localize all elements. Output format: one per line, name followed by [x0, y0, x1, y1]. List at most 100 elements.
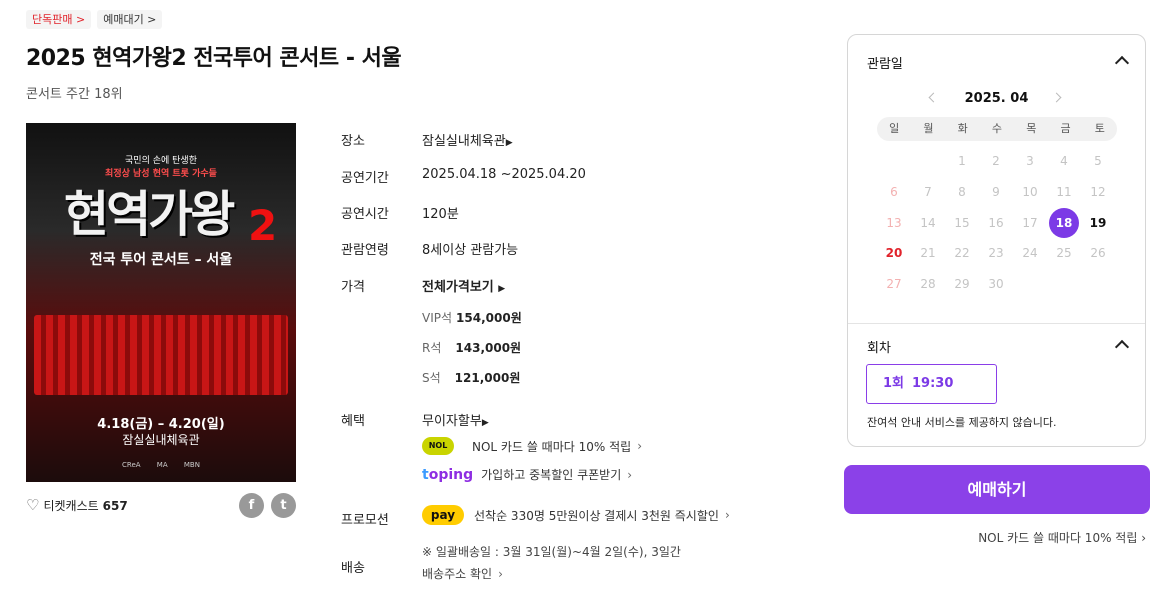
kakaopay-promotion[interactable]: pay 선착순 330명 5만원이상 결제시 3천원 즉시할인 › [422, 505, 730, 525]
toping-benefit-text: 가입하고 중복할인 쿠폰받기 [481, 468, 622, 482]
price-grade: VIP석 [422, 311, 453, 325]
price-row-s: S석 121,000원 [422, 369, 520, 386]
poster-performers-graphic [34, 315, 288, 395]
price-amount: 143,000원 [455, 341, 522, 355]
kakaopay-logo-icon: pay [422, 505, 464, 525]
calendar-day: 12 [1090, 185, 1106, 199]
delivery-label: 배송 [341, 561, 365, 576]
session-round: 1회 [883, 376, 905, 391]
price-row-r: R석 143,000원 [422, 339, 521, 356]
calendar-day: 6 [890, 185, 898, 199]
calendar-day: 22 [954, 246, 970, 260]
calendar-day: 8 [958, 185, 966, 199]
calendar-day: 29 [954, 277, 970, 291]
nol-benefit-text: NOL 카드 쓸 때마다 10% 적립 [472, 439, 632, 454]
date-section-label: 관람일 [867, 57, 903, 72]
calendar-day: 17 [1022, 216, 1038, 230]
facebook-share-icon[interactable]: f [239, 493, 264, 518]
session-section-label: 회차 [867, 341, 891, 356]
weekday: 화 [957, 122, 968, 135]
waiting-list-badge[interactable]: 예매대기 > [97, 10, 163, 29]
chevron-right-icon: › [627, 467, 633, 482]
collapse-date-chevron-icon[interactable] [1114, 55, 1130, 71]
booking-panel: 관람일 2025. 04 일 월 화 수 목 금 토 1 2 3 4 5 6 7 8 9 10 11… [847, 34, 1146, 447]
weekday: 월 [923, 122, 934, 135]
weekday: 금 [1060, 122, 1071, 135]
period-value: 2025.04.18 ~2025.04.20 [422, 167, 586, 182]
collapse-session-chevron-icon[interactable] [1114, 339, 1130, 355]
exclusive-sale-badge[interactable]: 단독판매 > [26, 10, 92, 29]
caret-right-icon: ▶ [505, 138, 513, 148]
booking-nol-promo-link[interactable]: NOL 카드 쓸 때마다 10% 적립 › [978, 529, 1146, 546]
weekday: 수 [991, 122, 1003, 135]
calendar-day: 24 [1022, 246, 1038, 260]
heart-icon: ♡ [26, 496, 40, 514]
poster-date: 4.18(금) – 4.20(일) [97, 417, 225, 432]
calendar-day[interactable]: 19 [1083, 208, 1113, 238]
calendar-day: 28 [920, 277, 936, 291]
price-row-vip: VIP석 154,000원 [422, 309, 522, 326]
calendar-day: 25 [1056, 246, 1072, 260]
ticketcast-button[interactable]: ♡ 티켓캐스트 657 [26, 497, 128, 514]
page-title: 2025 현역가왕2 전국투어 콘서트 - 서울 [26, 46, 402, 71]
calendar-day: 30 [988, 277, 1004, 291]
chevron-right-icon: › [724, 508, 730, 522]
caret-right-icon: ▶ [498, 284, 506, 294]
calendar-day: 11 [1056, 185, 1072, 199]
age-value: 8세이상 관람가능 [422, 243, 519, 258]
price-grade: R석 [422, 341, 442, 355]
calendar-day: 15 [954, 216, 970, 230]
price-grade: S석 [422, 371, 441, 385]
ticketcast-label: 티켓캐스트 [43, 499, 99, 513]
month-navigation: 2025. 04 [848, 91, 1145, 111]
weekday: 일 [889, 122, 900, 135]
poster-image: 국민의 손에 탄생한 최정상 남성 현역 트롯 가수들 현역가왕 2 전국 투어… [26, 123, 296, 482]
weekday: 목 [1026, 122, 1037, 135]
poster-number: 2 [248, 201, 278, 250]
price-amount: 121,000원 [454, 371, 521, 385]
calendar-day: 9 [992, 185, 1000, 199]
delivery-address-link[interactable]: 배송주소 확인 › [422, 565, 503, 582]
duration-label: 공연시간 [341, 207, 389, 222]
age-label: 관람연령 [341, 243, 389, 258]
calendar-day-selected[interactable]: 18 [1049, 208, 1079, 238]
price-amount: 154,000원 [456, 311, 522, 325]
calendar-day: 7 [924, 185, 932, 199]
delivery-note: ※ 일괄배송일 : 3월 31일(월)~4월 2일(수), 3일간 [422, 545, 681, 559]
venue-label: 장소 [341, 134, 365, 149]
price-label: 가격 [341, 280, 365, 295]
chevron-right-icon: › [637, 439, 642, 453]
nol-card-benefit[interactable]: NOL NOL 카드 쓸 때마다 10% 적립 › [422, 437, 642, 455]
calendar-day: 21 [920, 246, 936, 260]
session-option-button[interactable]: 1회 19:30 [866, 364, 997, 404]
book-button[interactable]: 예매하기 [844, 465, 1150, 514]
calendar-day: 5 [1094, 154, 1102, 168]
venue-value: 잠실실내체육관 [422, 134, 506, 149]
calendar-day: 23 [988, 246, 1004, 260]
period-label: 공연기간 [341, 171, 389, 186]
calendar-day[interactable]: 20 [879, 238, 909, 268]
view-all-prices-link[interactable]: 전체가격보기 ▶ [422, 276, 505, 295]
poster-sponsors: CReA MA MBN [122, 461, 200, 469]
panel-divider [848, 323, 1145, 324]
calendar-day: 1 [958, 154, 966, 168]
chevron-right-icon: › [498, 567, 503, 581]
installment-link[interactable]: 무이자할부▶ [422, 410, 489, 429]
delivery-address-text: 배송주소 확인 [422, 567, 493, 581]
caret-right-icon: ▶ [481, 418, 489, 428]
venue-link[interactable]: 잠실실내체육관▶ [422, 130, 513, 149]
nol-logo-icon: NOL [422, 437, 454, 455]
weekday-header: 일 월 화 수 목 금 토 [877, 117, 1117, 141]
weekday: 토 [1094, 122, 1105, 135]
month-label: 2025. 04 [964, 91, 1029, 106]
calendar-day: 10 [1022, 185, 1038, 199]
calendar-day: 3 [1026, 154, 1034, 168]
view-all-prices-text: 전체가격보기 [422, 280, 494, 295]
calendar-day: 4 [1060, 154, 1068, 168]
twitter-share-icon[interactable]: t [271, 493, 296, 518]
poster-subtitle: 전국 투어 콘서트 – 서울 [89, 252, 233, 268]
calendar-day: 2 [992, 154, 1000, 168]
toping-benefit[interactable]: toping 가입하고 중복할인 쿠폰받기 › [422, 466, 632, 483]
duration-value: 120분 [422, 207, 459, 222]
weekly-rank: 콘서트 주간 18위 [26, 87, 123, 102]
